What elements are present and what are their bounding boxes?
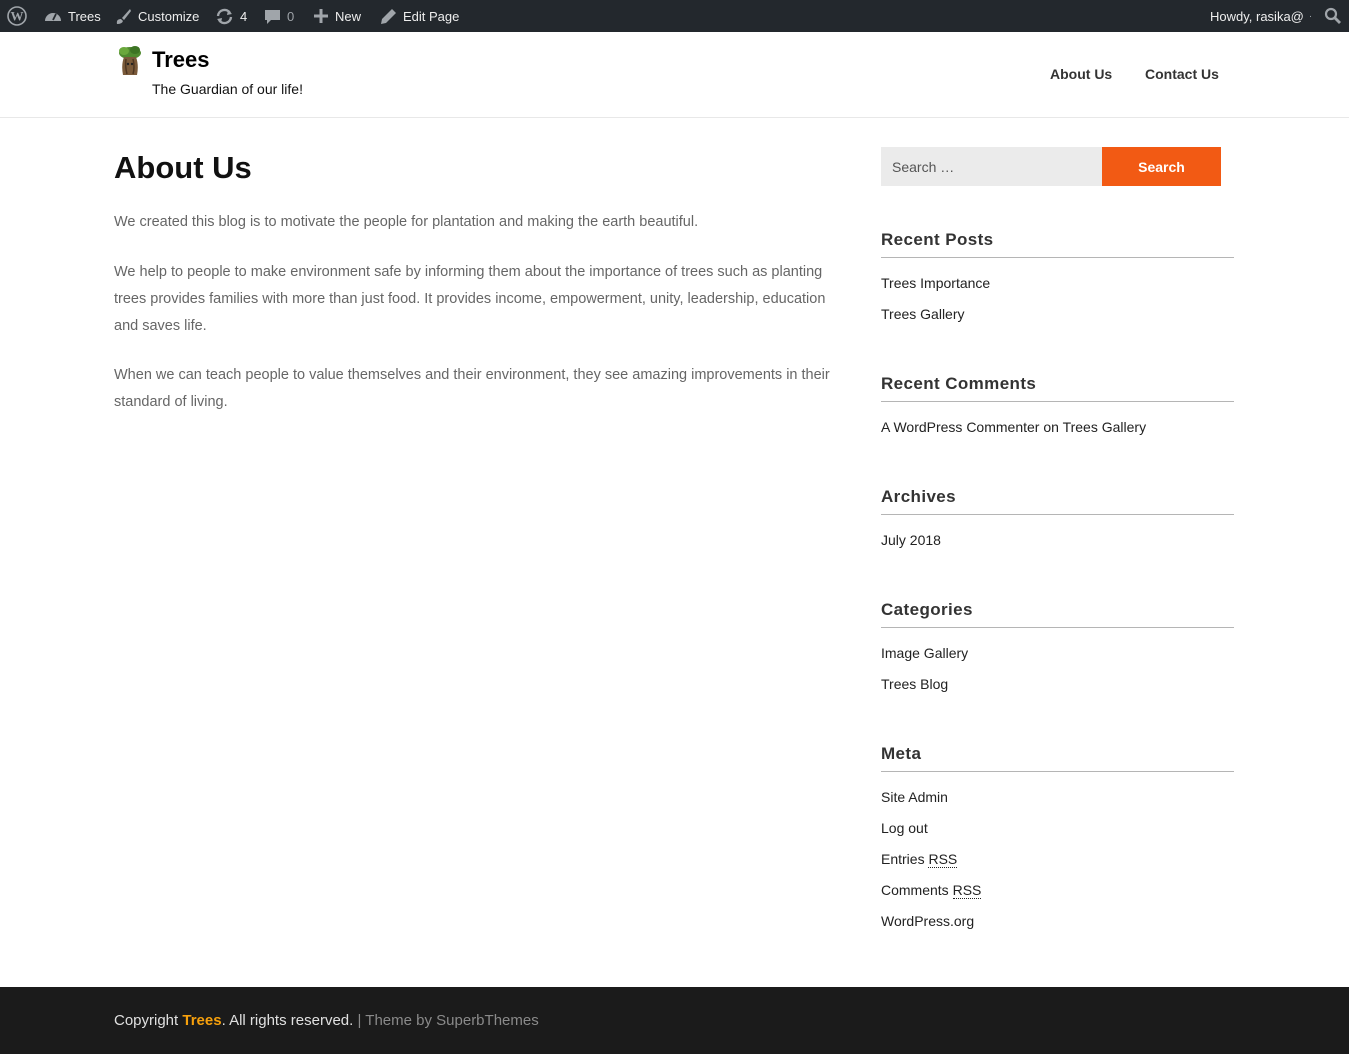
search-button[interactable]: Search [1102,147,1221,186]
adminbar-updates[interactable]: 4 [215,0,247,32]
plus-icon [313,8,329,24]
footer-separator: | [357,1012,362,1029]
dashboard-icon [44,8,62,24]
search-input[interactable] [881,147,1102,186]
adminbar-customize[interactable]: Customize [115,0,199,32]
adminbar-edit-page-label: Edit Page [403,8,460,24]
comments-label: Comments [881,882,949,898]
pencil-icon [380,8,397,25]
adminbar-comments[interactable]: 0 [264,0,294,32]
archive-link[interactable]: July 2018 [881,532,941,548]
comment-on-text: on [1043,419,1059,435]
adminbar-updates-count: 4 [240,8,248,24]
adminbar-site-link[interactable]: Trees [44,0,101,32]
comment-post-link[interactable]: Trees Gallery [1063,419,1147,435]
meta-title: Meta [881,744,1234,772]
adminbar-search-icon[interactable] [1324,0,1342,32]
recent-comment-item: A WordPress Commenter on Trees Gallery [881,419,1146,435]
footer-theme-by: Theme by [365,1012,432,1029]
admin-bar: W Trees Customize 4 0 New Edit Page Howd… [0,0,1349,32]
adminbar-new[interactable]: New [313,0,361,32]
adminbar-comments-count: 0 [287,8,295,24]
recent-post-link[interactable]: Trees Importance [881,275,990,291]
svg-text:W: W [11,9,24,24]
meta-site-admin-link[interactable]: Site Admin [881,789,948,805]
tree-logo-icon[interactable] [115,45,145,77]
content-paragraph: We help to people to make environment sa… [114,264,826,334]
comment-icon [264,8,281,25]
paintbrush-icon [115,8,132,25]
adminbar-customize-label: Customize [138,8,200,24]
comment-author-link[interactable]: A WordPress Commenter [881,419,1039,435]
nav-about-us[interactable]: About Us [1050,66,1112,82]
rss-abbr: RSS [952,882,982,899]
recent-comments-title: Recent Comments [881,374,1234,402]
content-paragraph: We created this blog is to motivate the … [114,214,699,230]
content-paragraph: When we can teach people to value themse… [114,367,830,410]
category-link[interactable]: Image Gallery [881,645,968,661]
recent-posts-title: Recent Posts [881,230,1234,258]
footer-copyright: Copyright [114,1012,179,1029]
site-footer: Copyright Trees. All rights reserved. | … [0,987,1349,1054]
footer-credits: Copyright Trees. All rights reserved. | … [114,1012,539,1029]
recent-post-link[interactable]: Trees Gallery [881,306,965,322]
adminbar-new-label: New [335,8,362,24]
site-header: Trees The Guardian of our life! About Us… [0,32,1349,118]
adminbar-edit-page[interactable]: Edit Page [380,0,459,32]
adminbar-howdy: Howdy, rasika@ [1210,8,1304,24]
meta-comments-rss-link[interactable]: Comments RSS [881,882,982,899]
page-title: About Us [114,150,252,185]
meta-log-out-link[interactable]: Log out [881,820,928,836]
meta-wordpress-org-link[interactable]: WordPress.org [881,913,974,929]
category-link[interactable]: Trees Blog [881,676,948,692]
nav-contact-us[interactable]: Contact Us [1145,66,1219,82]
rss-abbr: RSS [928,851,958,868]
adminbar-my-account[interactable]: Howdy, rasika@ · [1210,0,1312,32]
site-title[interactable]: Trees [152,47,210,73]
footer-theme-author-link[interactable]: SuperbThemes [436,1012,539,1029]
footer-site-link[interactable]: Trees [182,1012,221,1029]
meta-entries-rss-link[interactable]: Entries RSS [881,851,958,868]
footer-rights: . All rights reserved. [221,1012,354,1029]
entries-label: Entries [881,851,925,867]
categories-title: Categories [881,600,1234,628]
adminbar-site-name: Trees [68,8,101,24]
avatar: · [1308,10,1313,22]
site-tagline: The Guardian of our life! [152,81,303,97]
archives-title: Archives [881,487,1234,515]
updates-icon [215,8,234,25]
wordpress-logo-icon[interactable]: W [7,0,27,32]
